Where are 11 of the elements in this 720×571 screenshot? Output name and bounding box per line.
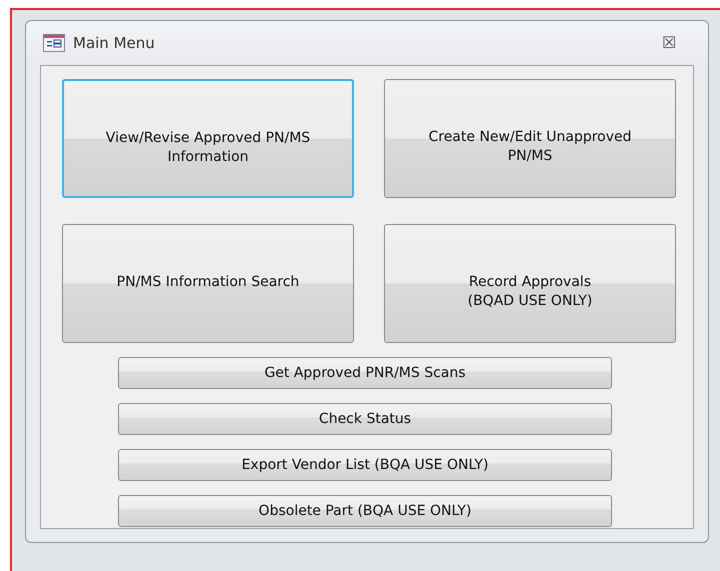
menu-button[interactable]: PN/MS Information Search [62, 224, 354, 343]
form-icon [43, 34, 65, 52]
window-title: Main Menu [73, 34, 155, 52]
menu-button[interactable]: Get Approved PNR/MS Scans [118, 357, 612, 389]
menu-button[interactable]: Record Approvals (BQAD USE ONLY) [384, 224, 676, 343]
menu-button[interactable]: View/Revise Approved PN/MS Information [62, 79, 354, 198]
menu-button[interactable]: Export Vendor List (BQA USE ONLY) [118, 449, 612, 481]
menu-button[interactable]: Check Status [118, 403, 612, 435]
close-button[interactable]: ☒ [662, 33, 676, 53]
menu-button[interactable]: Create New/Edit Unapproved PN/MS [384, 79, 676, 198]
menu-button[interactable]: Obsolete Part (BQA USE ONLY) [118, 495, 612, 527]
